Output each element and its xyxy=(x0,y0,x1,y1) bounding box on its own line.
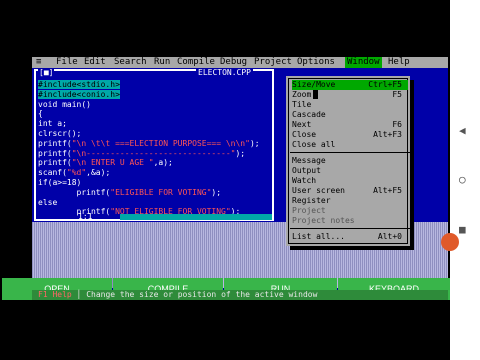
code-line: clrscr(); xyxy=(38,128,82,138)
menu-item-label: Size/Move xyxy=(292,80,336,89)
menu-item-shortcut: F5 xyxy=(392,90,402,99)
menu-project[interactable]: Project xyxy=(254,57,292,68)
menu-item-label: List all... xyxy=(292,232,345,241)
code-line: scanf("%d",&a); xyxy=(38,168,111,178)
menu-item-label: Tile xyxy=(292,100,312,109)
menu-item-label: Register xyxy=(292,196,331,205)
menu-item-shortcut: Alt+F3 xyxy=(373,130,402,139)
menu-item-label: Next xyxy=(292,120,312,129)
menu-item-shortcut: Alt+0 xyxy=(377,232,402,241)
menu-item-close[interactable]: Close Alt+F3 xyxy=(292,130,408,140)
home-icon[interactable]: ○ xyxy=(459,173,466,186)
menu-item-user-screen[interactable]: User screen Alt+F5 xyxy=(292,186,408,196)
code-line: { xyxy=(38,109,43,119)
menu-separator xyxy=(290,228,410,229)
floating-action-icon[interactable] xyxy=(441,233,459,251)
menu-item-message[interactable]: Message xyxy=(292,156,408,166)
close-window-icon[interactable]: [■] xyxy=(38,68,55,78)
menu-item-watch[interactable]: Watch xyxy=(292,176,408,186)
window-menu-dropdown: Size/Move Ctrl+F5 Zoom F5 Tile Cascade Next F6 C… xyxy=(286,76,410,246)
code-line: #include<conio.h> xyxy=(38,89,120,99)
code-line: int a; xyxy=(38,119,67,129)
editor-status: 1:1 xyxy=(36,212,272,221)
code-line: printf("\n \t\t ===ELECTION PURPOSE=== \… xyxy=(38,138,260,148)
code-line: printf("\n------------------------------… xyxy=(38,148,246,158)
menu-item-list-all[interactable]: List all... Alt+0 xyxy=(292,232,408,242)
menu-item-size-move[interactable]: Size/Move Ctrl+F5 xyxy=(292,80,408,90)
menu-item-cascade[interactable]: Cascade xyxy=(292,110,408,120)
menu-item-project: Project xyxy=(292,206,408,216)
menu-item-project-notes: Project notes xyxy=(292,216,408,226)
help-line: F1 Help │ Change the size or position of… xyxy=(32,290,448,300)
menu-item-label: Project notes xyxy=(292,216,355,225)
menu-item-shortcut: Alt+F5 xyxy=(373,186,402,195)
code-area[interactable]: #include<stdio.h> #include<conio.h> void m… xyxy=(38,80,274,217)
code-line: else xyxy=(38,197,58,207)
menu-item-tile[interactable]: Tile xyxy=(292,100,408,110)
menu-item-shortcut: Ctrl+F5 xyxy=(368,80,402,89)
menu-file[interactable]: File xyxy=(56,57,78,68)
menu-compile[interactable]: Compile xyxy=(177,57,215,68)
menu-item-zoom[interactable]: Zoom F5 xyxy=(292,90,408,100)
menu-item-next[interactable]: Next F6 xyxy=(292,120,408,130)
menu-item-label: Output xyxy=(292,166,321,175)
menu-item-label: Close xyxy=(292,130,317,139)
menu-item-label: Zoom xyxy=(292,90,312,99)
menu-item-label: Watch xyxy=(292,176,317,185)
menu-edit[interactable]: Edit xyxy=(84,57,106,68)
menu-item-label: Close all xyxy=(292,140,336,149)
help-separator: │ xyxy=(76,290,82,299)
menu-item-output[interactable]: Output xyxy=(292,166,408,176)
menu-bar: ≡ File Edit Search Run Compile Debug Pro… xyxy=(32,57,448,68)
menu-item-register[interactable]: Register xyxy=(292,196,408,206)
menu-separator xyxy=(290,152,410,153)
menu-search[interactable]: Search xyxy=(114,57,147,68)
menu-item-label: User screen xyxy=(292,186,345,195)
back-icon[interactable]: ◀ xyxy=(459,124,466,137)
cursor-position: 1:1 xyxy=(78,212,93,221)
editor-titlebar: [■] ELECTON.CPP xyxy=(34,68,274,78)
menu-help[interactable]: Help xyxy=(388,57,410,68)
system-menu-icon[interactable]: ≡ xyxy=(36,57,41,68)
menu-item-label: Cascade xyxy=(292,110,326,119)
code-line: printf("ELIGIBLE FOR VOTING"); xyxy=(38,187,222,197)
text-cursor xyxy=(313,90,319,99)
help-key: F1 Help xyxy=(38,290,72,299)
menu-run[interactable]: Run xyxy=(154,57,170,68)
menu-item-shortcut: F6 xyxy=(392,120,402,129)
code-line: void main() xyxy=(38,99,91,109)
menu-item-label: Message xyxy=(292,156,326,165)
menu-item-close-all[interactable]: Close all xyxy=(292,140,408,150)
code-line: #include<stdio.h> xyxy=(38,80,120,89)
menu-window[interactable]: Window xyxy=(345,57,382,68)
help-text: Change the size or position of the activ… xyxy=(86,290,318,299)
menu-options[interactable]: Options xyxy=(297,57,335,68)
editor-filename: ELECTON.CPP xyxy=(196,68,253,78)
recents-icon[interactable]: ■ xyxy=(459,223,466,236)
code-line: printf("\n ENTER U AGE ",a); xyxy=(38,158,173,168)
menu-item-label: Project xyxy=(292,206,326,215)
code-line: if(a>=18) xyxy=(38,177,82,187)
menu-debug[interactable]: Debug xyxy=(220,57,247,68)
